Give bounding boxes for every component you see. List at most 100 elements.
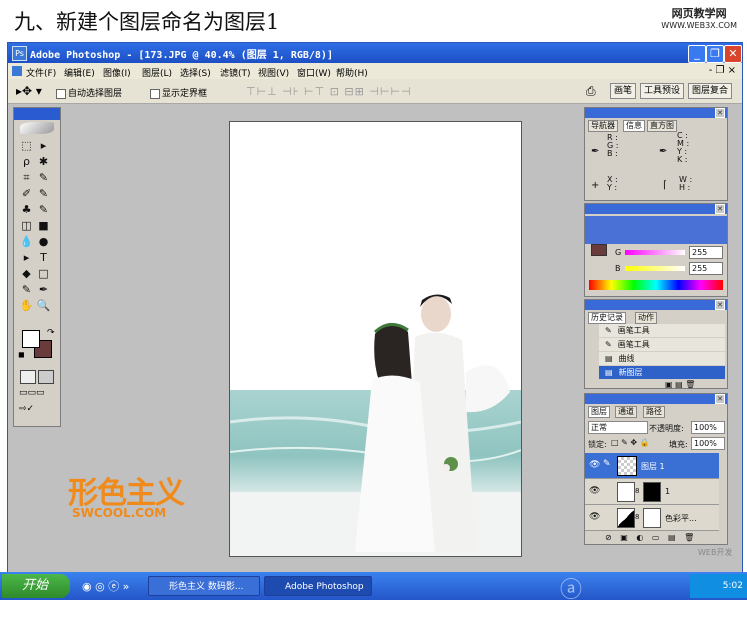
quick-mask-icon[interactable] — [38, 370, 54, 384]
auto-select-checkbox[interactable]: 自动选择图层 — [56, 86, 122, 99]
g-value-field[interactable]: 255 — [689, 246, 723, 259]
menu-view[interactable]: 视图(V) — [258, 66, 289, 79]
visibility-eye-icon[interactable]: 👁 — [589, 486, 600, 496]
marquee-tool-icon[interactable]: ⬚ — [18, 138, 35, 154]
tab-paths[interactable]: 路径 — [643, 406, 665, 418]
layer-row[interactable]: 👁 8 1 — [585, 479, 719, 505]
path-selection-tool-icon[interactable]: ▸ — [18, 250, 35, 266]
dodge-tool-icon[interactable]: ● — [35, 234, 52, 250]
history-item-label: 画笔工具 — [617, 340, 650, 349]
screen-mode-icons[interactable]: ▭▭▭ — [19, 388, 45, 398]
align-icons[interactable]: ⊤⊢⊥ ⊣⊦ ⊢⊤ ⊡ ⊟⊞ ⊣⊢⊢⊣ — [246, 85, 412, 98]
task-button-photoshop[interactable]: Adobe Photoshop ... — [264, 576, 372, 612]
toolbox-header[interactable] — [14, 108, 60, 120]
jump-to-imageready-icon[interactable]: ⇨✓ — [19, 404, 34, 414]
document-canvas[interactable] — [229, 121, 522, 557]
tab-history[interactable]: 历史记录 — [588, 312, 626, 324]
tab-info[interactable]: 信息 — [623, 120, 645, 132]
tab-channels[interactable]: 通道 — [615, 406, 637, 418]
layer-row-selected[interactable]: 👁 ✎ 图层 1 — [585, 453, 719, 479]
tab-actions[interactable]: 动作 — [635, 312, 657, 324]
eraser-tool-icon[interactable]: ◫ — [18, 218, 35, 234]
blend-mode-select[interactable]: 正常 — [588, 421, 648, 434]
swap-colors-icon[interactable]: ↷ — [47, 328, 55, 338]
info-panel-close-button[interactable]: ✕ — [715, 108, 725, 118]
document-controls[interactable]: - ❐ × — [709, 65, 736, 76]
task-button-browser[interactable]: 形色主义 数码影... — [148, 576, 260, 596]
quick-launch-icons[interactable]: ◉ ◎ ⓔ » — [82, 578, 129, 594]
wedding-photo — [230, 122, 521, 556]
menu-select[interactable]: 选择(S) — [180, 66, 211, 79]
menu-filter[interactable]: 滤镜(T) — [220, 66, 251, 79]
move-tool-icon[interactable]: ▸ — [35, 138, 52, 154]
layers-footer-icons[interactable]: ⊘ ▣ ◐ ▭ ▤ 🗑 — [605, 533, 697, 542]
type-tool-icon[interactable]: T — [35, 250, 52, 266]
menu-file[interactable]: 文件(F) — [26, 66, 56, 79]
show-bounds-checkbox[interactable]: 显示定界框 — [150, 86, 207, 99]
brush-tool-icon[interactable]: ✎ — [35, 186, 52, 202]
info-panel-header[interactable]: ✕ — [585, 108, 727, 118]
move-tool-icon[interactable]: ▸✥ ▾ — [16, 84, 42, 98]
default-colors-icon[interactable]: ◼ — [18, 350, 25, 359]
clone-stamp-tool-icon[interactable]: ♣ — [18, 202, 35, 218]
visibility-eye-icon[interactable]: 👁 — [589, 512, 600, 522]
tab-layers[interactable]: 图层 — [588, 406, 610, 418]
visibility-eye-icon[interactable]: 👁 — [589, 460, 600, 470]
zoom-tool-icon[interactable]: 🔍 — [35, 298, 52, 314]
b-slider[interactable] — [625, 266, 685, 271]
blur-tool-icon[interactable]: 💧 — [18, 234, 35, 250]
tab-brushes[interactable]: 画笔 — [610, 83, 637, 99]
h-label: H : — [679, 183, 691, 192]
history-brush-tool-icon[interactable]: ✎ — [35, 202, 52, 218]
foreground-color-swatch[interactable] — [22, 330, 40, 348]
opacity-field[interactable]: 100% — [691, 421, 725, 434]
tab-histogram[interactable]: 直方图 — [647, 120, 677, 132]
magic-wand-tool-icon[interactable]: ✱ — [35, 154, 52, 170]
history-panel-header[interactable]: ✕ — [585, 300, 727, 310]
b-value-field[interactable]: 255 — [689, 262, 723, 275]
menu-image[interactable]: 图像(I) — [103, 66, 131, 79]
layers-panel-header[interactable]: ✕ — [585, 394, 727, 404]
menu-layer[interactable]: 图层(L) — [142, 66, 172, 79]
fill-field[interactable]: 100% — [691, 437, 725, 450]
history-item[interactable]: ✎ 画笔工具 — [599, 338, 725, 351]
layer-row[interactable]: 👁 8 色彩平... — [585, 505, 719, 531]
slice-tool-icon[interactable]: ✎ — [35, 170, 52, 186]
color-panel-header[interactable]: ✕ — [585, 204, 727, 214]
color-panel-close-button[interactable]: ✕ — [715, 204, 725, 214]
tab-tool-presets[interactable]: 工具预设 — [640, 83, 685, 99]
tab-layer-comps[interactable]: 图层复合 — [688, 83, 733, 99]
system-tray: 5:02 — [690, 574, 747, 598]
g-slider[interactable] — [625, 250, 685, 255]
restore-button[interactable]: ❐ — [706, 45, 724, 63]
layers-panel-close-button[interactable]: ✕ — [715, 394, 725, 404]
lasso-tool-icon[interactable]: ρ — [18, 154, 35, 170]
menu-help[interactable]: 帮助(H) — [336, 66, 368, 79]
hand-tool-icon[interactable]: ✋ — [18, 298, 35, 314]
notes-tool-icon[interactable]: ✎ — [18, 282, 35, 298]
app-menu-icon[interactable] — [12, 66, 22, 76]
color-swatch[interactable] — [591, 244, 607, 256]
history-panel-close-button[interactable]: ✕ — [715, 300, 725, 310]
history-item-selected[interactable]: ▤ 新图层 — [599, 366, 725, 379]
tab-navigator[interactable]: 导航器 — [588, 120, 618, 132]
lock-icons[interactable]: □ ✎ ✥ 🔒 — [611, 438, 650, 447]
color-spectrum[interactable] — [589, 280, 723, 290]
menu-edit[interactable]: 编辑(E) — [64, 66, 95, 79]
standard-mode-icon[interactable] — [20, 370, 36, 384]
history-footer-icons[interactable]: ▣ ▤ 🗑 — [665, 380, 695, 389]
crop-tool-icon[interactable]: ⌗ — [18, 170, 35, 186]
menu-window[interactable]: 窗口(W) — [297, 66, 331, 79]
close-button[interactable]: ✕ — [724, 45, 742, 63]
history-item[interactable]: ▤ 曲线 — [599, 352, 725, 365]
healing-brush-tool-icon[interactable]: ✐ — [18, 186, 35, 202]
shape-tool-icon[interactable]: □ — [35, 266, 52, 282]
start-button[interactable]: 开始 — [2, 574, 70, 598]
eyedropper-tool-icon[interactable]: ✒ — [35, 282, 52, 298]
gradient-tool-icon[interactable]: ■ — [35, 218, 52, 234]
auto-select-label: 自动选择图层 — [68, 89, 123, 99]
pen-tool-icon[interactable]: ◆ — [18, 266, 35, 282]
history-item[interactable]: ✎ 画笔工具 — [599, 324, 725, 337]
palette-well-icon[interactable]: ⎙ — [586, 84, 596, 99]
minimize-button[interactable]: _ — [688, 45, 706, 63]
